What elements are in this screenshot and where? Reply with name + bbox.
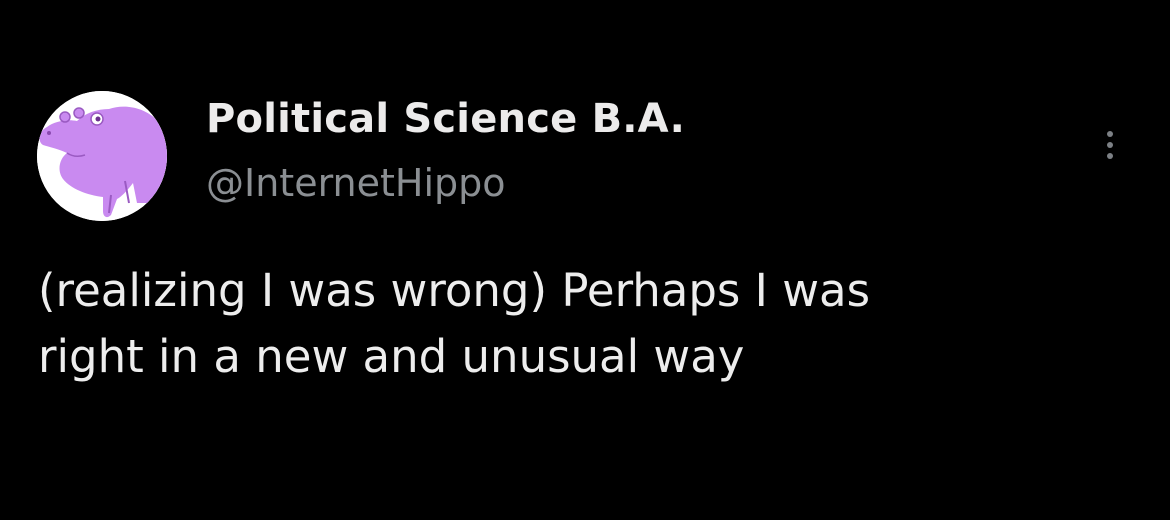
more-dot bbox=[1107, 131, 1113, 137]
tweet-text: (realizing I was wrong) Perhaps I was ri… bbox=[38, 258, 1118, 390]
hippo-avatar-icon bbox=[37, 91, 167, 221]
tweet-card: Political Science B.A. @InternetHippo (r… bbox=[0, 0, 1170, 520]
avatar[interactable] bbox=[37, 91, 167, 221]
author-display-name[interactable]: Political Science B.A. bbox=[206, 96, 685, 142]
more-dot bbox=[1107, 153, 1113, 159]
more-options-icon[interactable] bbox=[1090, 118, 1130, 172]
more-dot bbox=[1107, 142, 1113, 148]
tweet-text-line-1: (realizing I was wrong) Perhaps I was bbox=[38, 264, 871, 317]
tweet-text-line-2: right in a new and unusual way bbox=[38, 330, 745, 383]
author-handle[interactable]: @InternetHippo bbox=[206, 161, 506, 205]
